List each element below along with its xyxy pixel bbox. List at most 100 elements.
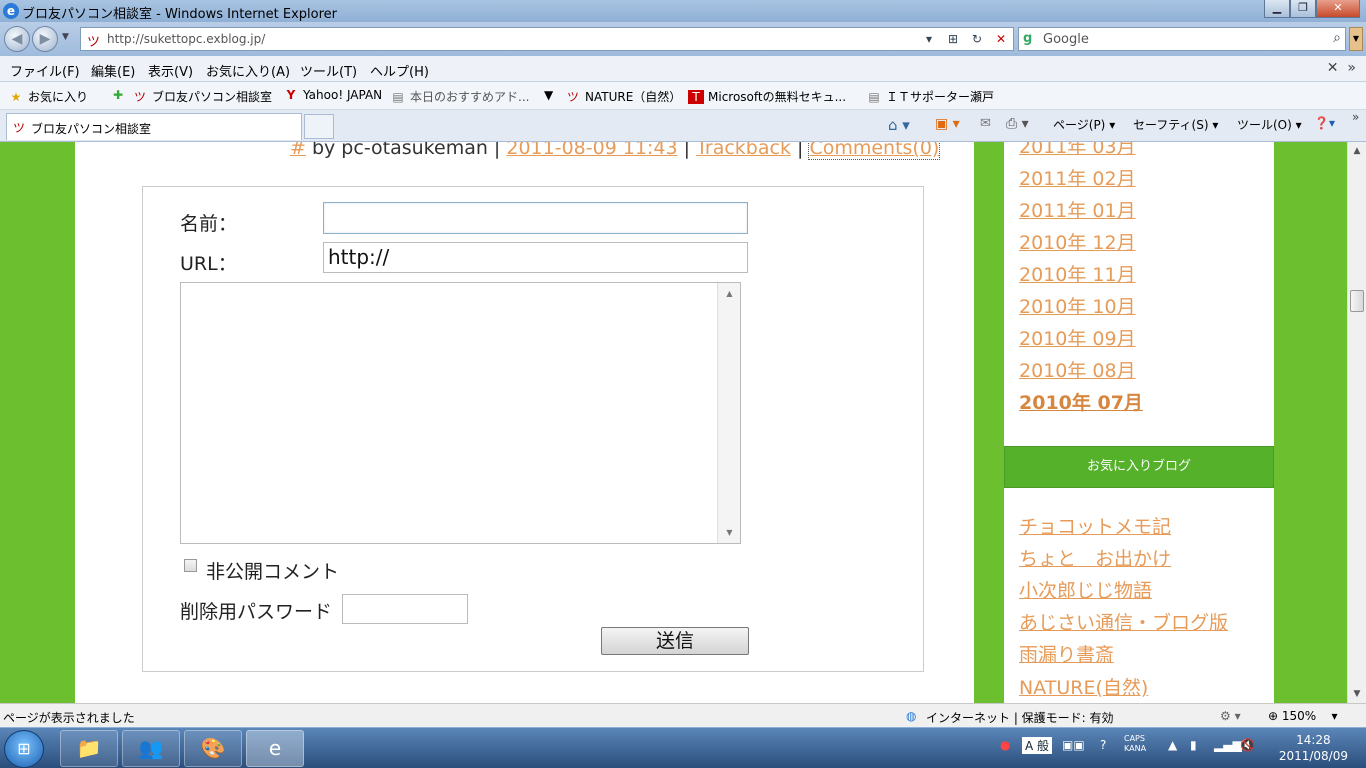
archive-link-current[interactable]: 2010年 07月	[1019, 388, 1143, 415]
ime-indicator[interactable]: A 般	[1022, 737, 1053, 754]
globe-icon: ◍	[906, 709, 917, 723]
new-tab-button[interactable]	[304, 114, 334, 139]
trackback-link[interactable]: Trackback	[696, 142, 791, 159]
network-icon[interactable]: ▂▄▆	[1214, 738, 1242, 752]
compatibility-view-icon[interactable]: ⊞	[943, 30, 963, 48]
archive-link[interactable]: 2010年 09月	[1019, 324, 1136, 351]
scrollbar-thumb[interactable]	[1350, 290, 1364, 312]
print-icon[interactable]: ⎙ ▾	[1006, 116, 1029, 132]
command-overflow-icon[interactable]: »	[1352, 110, 1359, 124]
address-dropdown-icon[interactable]: ▾	[919, 30, 939, 48]
favorite-item[interactable]: ツブロ友パソコン相談室	[132, 88, 272, 105]
ie-taskbar-icon[interactable]: e	[246, 730, 304, 767]
favorite-item[interactable]: Y Yahoo! JAPAN	[283, 88, 383, 102]
menu-favorites[interactable]: お気に入り(A)	[206, 61, 290, 80]
help-icon[interactable]: ❓▾	[1314, 116, 1335, 130]
tools-menu[interactable]: ツール(O) ▾	[1237, 116, 1302, 133]
maximize-button[interactable]: ❐	[1290, 0, 1316, 18]
home-icon[interactable]: ⌂ ▾	[888, 116, 910, 134]
history-dropdown-icon[interactable]: ▼	[62, 32, 69, 42]
scroll-up-icon[interactable]: ▲	[718, 289, 741, 298]
ime-help-icon[interactable]: ?	[1100, 738, 1106, 752]
close-button[interactable]: ✕	[1316, 0, 1360, 18]
textarea-scrollbar[interactable]: ▲ ▼	[717, 283, 740, 543]
search-icon[interactable]: ⌕	[1333, 30, 1341, 46]
rss-icon[interactable]: ▣ ▾	[935, 116, 960, 132]
scroll-up-icon[interactable]: ▲	[1348, 146, 1366, 156]
favorite-blog-link[interactable]: 小次郎じじ物語	[1019, 576, 1152, 603]
menu-close-icon[interactable]: ✕ »	[1327, 60, 1356, 76]
battery-icon[interactable]: ▮	[1190, 738, 1197, 752]
tab-active[interactable]: ツ ブロ友パソコン相談室	[6, 113, 302, 140]
menu-view[interactable]: 表示(V)	[148, 61, 193, 80]
caps-indicator: CAPS	[1124, 734, 1145, 743]
scroll-down-icon[interactable]: ▼	[1348, 689, 1366, 699]
star-icon: ★	[10, 90, 22, 104]
submit-button[interactable]: 送信	[601, 627, 749, 655]
favorite-blog-link[interactable]: 雨漏り書斎	[1019, 640, 1114, 667]
favorites-button[interactable]: ★ お気に入り	[8, 88, 88, 105]
safety-menu[interactable]: セーフティ(S) ▾	[1133, 116, 1218, 133]
password-input[interactable]	[342, 594, 468, 624]
paint-taskbar-icon[interactable]: 🎨	[184, 730, 242, 767]
volume-muted-icon[interactable]: 🔇	[1240, 738, 1255, 752]
menu-file[interactable]: ファイル(F)	[10, 61, 80, 80]
add-favorite-icon[interactable]: ✚	[110, 88, 130, 102]
minimize-button[interactable]: ▁	[1264, 0, 1290, 18]
favorite-blog-link[interactable]: あじさい通信・ブログ版	[1019, 608, 1228, 635]
refresh-icon[interactable]: ↻	[967, 30, 987, 48]
favorite-blog-link[interactable]: NATURE(自然)	[1019, 673, 1148, 700]
favorite-item[interactable]: ▤ ＩＴサポーター瀬戸	[866, 88, 994, 105]
safety-menu-label: セーフティ(S)	[1133, 118, 1209, 132]
permalink-link[interactable]: #	[290, 142, 306, 159]
explorer-taskbar-icon[interactable]: 📁	[60, 730, 118, 767]
favorite-item[interactable]: T Microsoftの無料セキュ...	[688, 88, 846, 105]
menu-tools[interactable]: ツール(T)	[300, 61, 357, 80]
comments-link[interactable]: Comments(0)	[808, 142, 941, 160]
address-field[interactable]: ツ http://sukettopc.exblog.jp/ ▾ ⊞ ↻ ✕	[80, 27, 1014, 51]
sidebar: 2011年 03月 2011年 02月 2011年 01月 2010年 12月 …	[1004, 142, 1274, 703]
archive-link[interactable]: 2010年 08月	[1019, 356, 1136, 383]
post-meta: # by pc-otasukeman | 2011-08-09 11:43 | …	[290, 142, 941, 160]
messenger-taskbar-icon[interactable]: 👥	[122, 730, 180, 767]
favorites-dropdown-icon[interactable]: ▼	[544, 88, 553, 102]
search-options-icon[interactable]: ▼	[1349, 27, 1363, 51]
url-input[interactable]: http://	[323, 242, 748, 273]
comment-textarea[interactable]: ▲ ▼	[180, 282, 741, 544]
back-button[interactable]: ◀	[4, 26, 30, 52]
start-button[interactable]: ⊞	[4, 730, 44, 768]
show-hidden-icons[interactable]: ▲	[1168, 738, 1177, 752]
search-field[interactable]: g Google ⌕	[1018, 27, 1346, 51]
favorite-blog-link[interactable]: ちょと お出かけ	[1019, 544, 1171, 571]
favorite-item[interactable]: ▤ 本日のおすすめアド...	[390, 88, 529, 105]
forward-button[interactable]: ▶	[32, 26, 58, 52]
favorite-blog-link[interactable]: チョコットメモ記	[1019, 512, 1171, 539]
google-icon: g	[1023, 31, 1033, 46]
clock[interactable]: 14:28 2011/08/09	[1279, 732, 1348, 764]
archive-link[interactable]: 2011年 02月	[1019, 164, 1136, 191]
archive-link[interactable]: 2011年 03月	[1019, 142, 1136, 159]
popup-blocker-icon[interactable]: ⚙ ▾	[1220, 709, 1241, 723]
mail-icon[interactable]: ✉	[980, 116, 991, 131]
page-menu[interactable]: ページ(P) ▾	[1053, 116, 1115, 133]
name-label: 名前：	[180, 213, 238, 235]
archive-link[interactable]: 2011年 01月	[1019, 196, 1136, 223]
notification-icon[interactable]: ●	[1000, 738, 1010, 752]
address-bar: ◀ ▶ ▼ ツ http://sukettopc.exblog.jp/ ▾ ⊞ …	[0, 22, 1366, 56]
scroll-down-icon[interactable]: ▼	[718, 528, 741, 537]
page-viewport: # by pc-otasukeman | 2011-08-09 11:43 | …	[0, 142, 1347, 703]
archive-link[interactable]: 2010年 12月	[1019, 228, 1136, 255]
menu-edit[interactable]: 編集(E)	[91, 61, 135, 80]
favorite-item-label: Microsoftの無料セキュ...	[708, 90, 847, 104]
name-input[interactable]	[323, 202, 748, 234]
stop-icon[interactable]: ✕	[991, 30, 1011, 48]
post-date-link[interactable]: 2011-08-09 11:43	[506, 142, 677, 159]
menu-help[interactable]: ヘルプ(H)	[370, 61, 429, 80]
page-scrollbar[interactable]: ▲ ▼	[1347, 142, 1366, 703]
private-comment-checkbox[interactable]	[184, 559, 197, 572]
favorite-item[interactable]: ツ NATURE（自然）	[565, 88, 681, 105]
ime-tools-icon[interactable]: ▣▣	[1062, 738, 1085, 752]
archive-link[interactable]: 2010年 10月	[1019, 292, 1136, 319]
archive-link[interactable]: 2010年 11月	[1019, 260, 1136, 287]
zoom-control[interactable]: ⊕ 150% ▾	[1268, 709, 1337, 723]
